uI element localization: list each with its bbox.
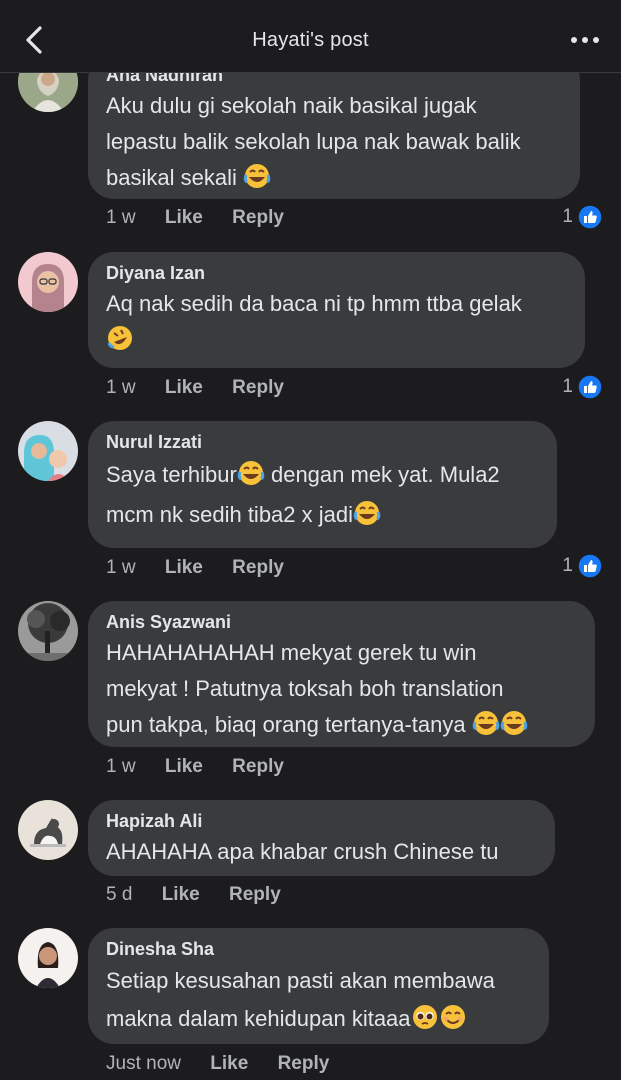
rolling-laughing-emoji-icon	[106, 324, 134, 352]
laughing-tears-emoji-icon	[472, 709, 500, 737]
comment-time: 5 d	[106, 884, 133, 905]
comment-actions: 1 w Like Reply	[106, 207, 284, 229]
comment-line: Aq nak sedih da baca ni tp hmm ttba gela…	[106, 291, 522, 316]
like-button[interactable]: Like	[165, 207, 203, 229]
like-count: 1	[562, 376, 573, 397]
comment-line: makna dalam kehidupan kitaaa	[106, 1000, 531, 1038]
comment-text: HAHAHAHAHAH mekyat gerek tu win mekyat !…	[106, 635, 577, 743]
comment-line: pun takpa, biaq orang tertanya-tanya	[106, 707, 577, 743]
comment-actions: 1 w Like Reply	[106, 557, 284, 579]
reaction-count[interactable]: 1	[562, 204, 603, 230]
comment-actions: 1 w Like Reply	[106, 377, 284, 399]
more-options-button[interactable]	[569, 30, 601, 50]
comment-actions: Just now Like Reply	[106, 1053, 329, 1075]
laughing-tears-emoji-icon	[237, 459, 265, 487]
reply-button[interactable]: Reply	[232, 756, 284, 778]
comments-list: Ana Nadhiran Aku dulu gi sekolah naik ba…	[0, 0, 621, 1080]
comment-time: 1 w	[106, 557, 136, 578]
commenter-name[interactable]: Anis Syazwani	[106, 611, 577, 633]
reply-button[interactable]: Reply	[232, 557, 284, 579]
comment-line: AHAHAHA apa khabar crush Chinese tu	[106, 839, 499, 864]
page-title: Hayati's post	[252, 29, 369, 51]
comment-text: AHAHAHA apa khabar crush Chinese tu	[106, 834, 537, 870]
comment-line-text: pun takpa, biaq orang tertanya-tanya	[106, 712, 472, 737]
comment-bubble: Diyana Izan Aq nak sedih da baca ni tp h…	[88, 252, 585, 368]
like-button[interactable]: Like	[165, 557, 203, 579]
comment-line: mekyat ! Patutnya toksah boh translation	[106, 676, 504, 701]
commenter-name[interactable]: Diyana Izan	[106, 262, 567, 284]
comment-bubble: Hapizah Ali AHAHAHA apa khabar crush Chi…	[88, 800, 555, 876]
like-button[interactable]: Like	[165, 756, 203, 778]
comment-time: Just now	[106, 1053, 181, 1074]
comment-text: Aku dulu gi sekolah naik basikal jugak l…	[106, 88, 562, 196]
comment-line-text: basikal sekali	[106, 165, 237, 190]
reply-button[interactable]: Reply	[278, 1053, 330, 1075]
more-horizontal-icon	[571, 37, 599, 43]
comment-text: Aq nak sedih da baca ni tp hmm ttba gela…	[106, 286, 567, 358]
comment-time: 1 w	[106, 756, 136, 777]
thumbs-up-icon	[577, 374, 603, 400]
like-button[interactable]: Like	[165, 377, 203, 399]
reply-button[interactable]: Reply	[229, 884, 281, 906]
comment-line: HAHAHAHAHAH mekyat gerek tu win	[106, 640, 477, 665]
comment-text: Saya terhibur dengan mek yat. Mula2 mcm …	[106, 455, 539, 535]
smiling-face-emoji-icon	[439, 1003, 467, 1031]
commenter-name[interactable]: Dinesha Sha	[106, 938, 531, 960]
comment-actions: 5 d Like Reply	[106, 884, 281, 906]
comment-bubble: Nurul Izzati Saya terhibur dengan mek ya…	[88, 421, 557, 548]
comment-line: mcm nk sedih tiba2 x jadi	[106, 495, 539, 535]
reaction-count[interactable]: 1	[562, 374, 603, 400]
comment-line-text: makna dalam kehidupan kitaaa	[106, 1006, 411, 1031]
reaction-count[interactable]: 1	[562, 553, 603, 579]
like-count: 1	[562, 555, 573, 576]
thumbs-up-icon	[577, 204, 603, 230]
avatar[interactable]	[18, 252, 78, 312]
comment-time: 1 w	[106, 377, 136, 398]
comment-bubble: Anis Syazwani HAHAHAHAHAH mekyat gerek t…	[88, 601, 595, 747]
thumbs-up-icon	[577, 553, 603, 579]
laughing-tears-emoji-icon	[500, 709, 528, 737]
comment-line	[106, 322, 567, 358]
comment-text: Setiap kesusahan pasti akan membawa makn…	[106, 962, 531, 1038]
comment-line: lepastu balik sekolah lupa nak bawak bal…	[106, 129, 521, 154]
laughing-tears-emoji-icon	[243, 162, 271, 190]
like-button[interactable]: Like	[210, 1053, 248, 1075]
commenter-name[interactable]: Hapizah Ali	[106, 810, 537, 832]
avatar[interactable]	[18, 601, 78, 661]
comment-bubble: Ana Nadhiran Aku dulu gi sekolah naik ba…	[88, 54, 580, 199]
commenter-name[interactable]: Nurul Izzati	[106, 431, 539, 453]
comment-line: Saya terhibur dengan mek yat. Mula2	[106, 455, 539, 495]
comment-line-text: dengan mek yat. Mula2	[264, 462, 500, 487]
comment-line: Aku dulu gi sekolah naik basikal jugak	[106, 93, 477, 118]
like-count: 1	[562, 206, 573, 227]
reply-button[interactable]: Reply	[232, 377, 284, 399]
comment-line: Setiap kesusahan pasti akan membawa	[106, 968, 495, 993]
avatar[interactable]	[18, 421, 78, 481]
comment-bubble: Dinesha Sha Setiap kesusahan pasti akan …	[88, 928, 549, 1044]
like-button[interactable]: Like	[162, 884, 200, 906]
laughing-tears-emoji-icon	[353, 499, 381, 527]
top-navigation-bar: Hayati's post	[0, 0, 621, 73]
comment-line-text: Saya terhibur	[106, 462, 237, 487]
avatar[interactable]	[18, 800, 78, 860]
pleading-face-emoji-icon	[411, 1003, 439, 1031]
comment-actions: 1 w Like Reply	[106, 756, 284, 778]
comment-line: basikal sekali	[106, 160, 562, 196]
reply-button[interactable]: Reply	[232, 207, 284, 229]
avatar[interactable]	[18, 928, 78, 988]
comment-line-text: mcm nk sedih tiba2 x jadi	[106, 502, 353, 527]
comment-time: 1 w	[106, 207, 136, 228]
